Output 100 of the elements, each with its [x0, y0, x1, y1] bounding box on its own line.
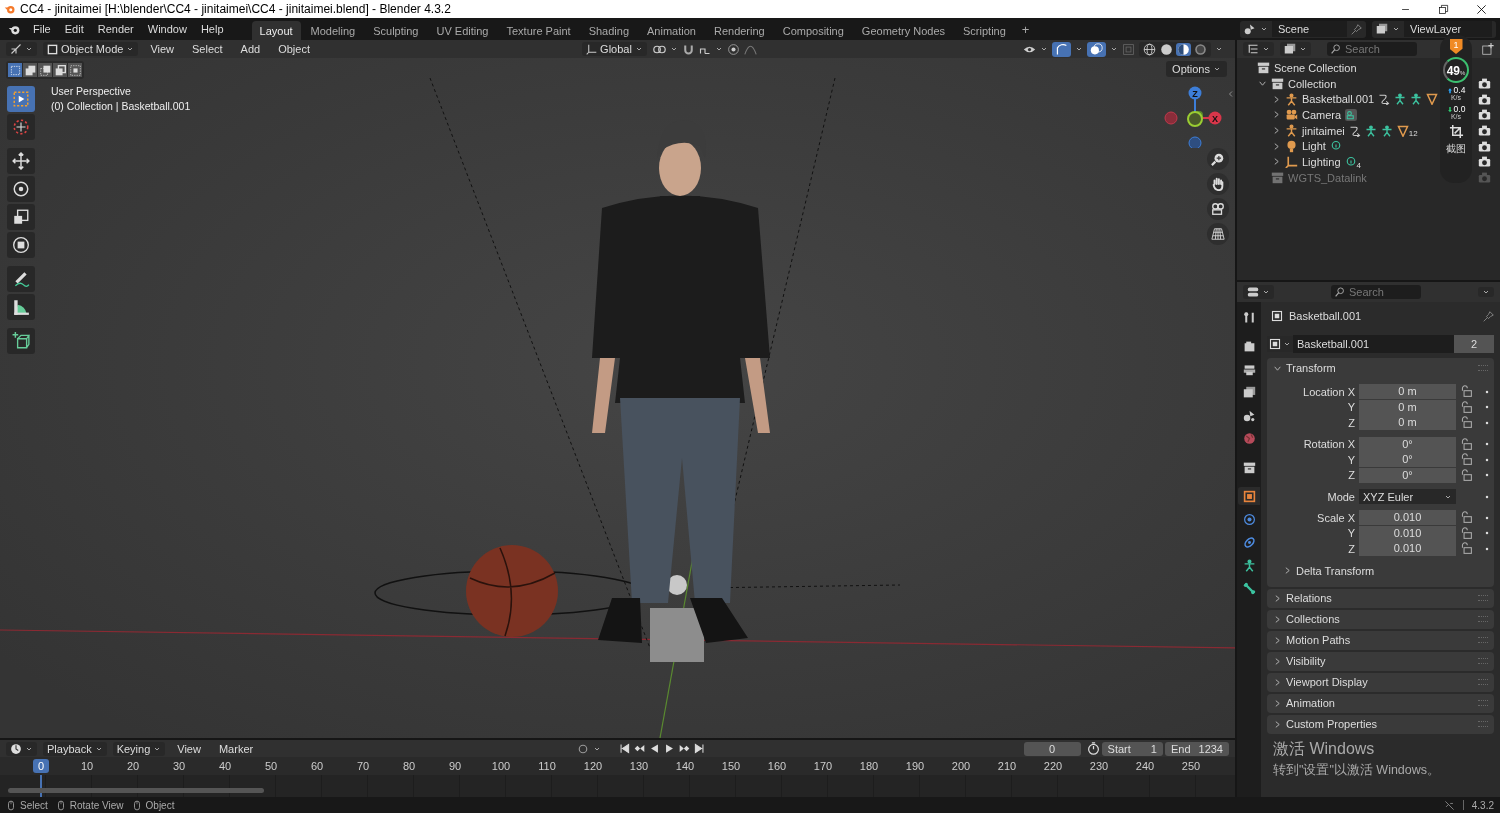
playhead[interactable]: 0: [33, 759, 49, 773]
search-field[interactable]: Search: [1327, 42, 1417, 56]
scene-icon[interactable]: [1244, 23, 1256, 35]
tool-button[interactable]: [7, 328, 35, 354]
tool-button[interactable]: [7, 114, 35, 140]
selection-mode-button[interactable]: [53, 63, 67, 77]
camera-icon[interactable]: [1478, 77, 1491, 91]
shading-button[interactable]: [1142, 42, 1157, 56]
tree-item[interactable]: Scene Collection: [1274, 61, 1357, 74]
workspace-tab[interactable]: UV Editing: [428, 20, 497, 41]
tree-item[interactable]: Basketball.001: [1302, 93, 1375, 106]
mode-dropdown[interactable]: XYZ Euler: [1359, 489, 1456, 504]
menu-item[interactable]: File: [27, 21, 57, 37]
play-icon[interactable]: [664, 743, 676, 754]
number-field[interactable]: 0 m: [1359, 384, 1456, 399]
scene-selector[interactable]: Scene: [1272, 21, 1347, 37]
workspace-tab[interactable]: Layout: [251, 20, 301, 41]
options-dropdown[interactable]: Options: [1166, 61, 1227, 77]
number-field[interactable]: 0 m: [1359, 399, 1456, 415]
images-icon[interactable]: [1376, 23, 1388, 35]
magnet-icon[interactable]: [681, 42, 695, 56]
pin-icon[interactable]: [1351, 23, 1362, 35]
shading-button[interactable]: [1159, 42, 1174, 56]
square-icon[interactable]: [1269, 338, 1281, 350]
workspace-tab[interactable]: Texture Paint: [498, 20, 579, 41]
camera-icon[interactable]: [1478, 92, 1491, 106]
shading-button[interactable]: [1176, 42, 1191, 56]
menu-item[interactable]: Window: [141, 21, 193, 37]
navigation-gizmo[interactable]: Z X: [1161, 84, 1223, 148]
camera-icon[interactable]: [1478, 139, 1491, 153]
workspace-tab[interactable]: Sculpting: [365, 20, 427, 41]
search-field[interactable]: Search: [1331, 285, 1421, 299]
new-collection-icon[interactable]: [1482, 43, 1494, 55]
camera-icon[interactable]: [1478, 108, 1491, 122]
view-layer-selector[interactable]: ViewLayer: [1404, 21, 1492, 37]
current-frame-field[interactable]: 0: [1023, 741, 1081, 756]
user-count[interactable]: 2: [1454, 335, 1494, 353]
properties-tab[interactable]: [1238, 487, 1260, 505]
selection-mode-button[interactable]: [23, 63, 37, 77]
clock-icon[interactable]: [10, 742, 22, 755]
workspace-tab[interactable]: Geometry Nodes: [853, 20, 953, 41]
workspace-tab[interactable]: Modeling: [302, 20, 364, 41]
menu-item[interactable]: Add: [234, 41, 267, 57]
tool-button[interactable]: [7, 204, 35, 230]
pin-icon[interactable]: [1483, 310, 1494, 322]
subpanel-header[interactable]: Delta Transform: [1296, 564, 1375, 577]
workspace-tab[interactable]: Shading: [580, 20, 638, 41]
tool-button[interactable]: [7, 266, 35, 292]
jump-start-icon[interactable]: [619, 743, 631, 754]
menu-item[interactable]: Object: [272, 41, 316, 57]
panel-header[interactable]: Collections: [1286, 613, 1340, 625]
workspace-tab[interactable]: Compositing: [774, 20, 852, 41]
workspace-tab[interactable]: Animation: [639, 20, 704, 41]
crop-icon[interactable]: [1448, 124, 1464, 139]
play-reverse-icon[interactable]: [649, 743, 661, 754]
tree-item[interactable]: Light: [1302, 140, 1326, 153]
prev-keyframe-icon[interactable]: [634, 743, 646, 754]
workspace-tab[interactable]: Rendering: [705, 20, 773, 41]
menu-item[interactable]: View: [144, 41, 181, 57]
menu-item[interactable]: Keying: [112, 741, 166, 756]
next-keyframe-icon[interactable]: [679, 743, 691, 754]
menu-item[interactable]: Help: [194, 21, 230, 37]
number-field[interactable]: 0.010: [1359, 525, 1456, 541]
start-frame-field[interactable]: Start 1: [1101, 741, 1163, 756]
panel-header[interactable]: Relations: [1286, 592, 1332, 604]
record-icon[interactable]: [577, 742, 590, 755]
tree-item[interactable]: Collection: [1288, 77, 1337, 90]
workspace-tab[interactable]: Scripting: [955, 20, 1014, 41]
tree-item[interactable]: Lighting: [1302, 155, 1341, 168]
tree-item[interactable]: jinitaimei: [1302, 124, 1345, 137]
number-field[interactable]: 0°: [1359, 467, 1456, 483]
mode-dropdown[interactable]: Object Mode: [43, 42, 139, 56]
menu-item[interactable]: Select: [186, 41, 229, 57]
end-frame-field[interactable]: End 1234: [1164, 741, 1229, 756]
selection-mode-button[interactable]: [68, 63, 82, 77]
stopwatch-icon[interactable]: [1086, 742, 1100, 755]
tool-button[interactable]: [7, 232, 35, 258]
camera-icon[interactable]: [1478, 155, 1491, 169]
menu-item[interactable]: Edit: [58, 21, 90, 37]
list-icon[interactable]: [1247, 43, 1259, 55]
tool-button[interactable]: [7, 294, 35, 320]
panel-header[interactable]: Visibility: [1286, 655, 1326, 667]
tool-button[interactable]: [7, 176, 35, 202]
images-icon[interactable]: [1284, 43, 1296, 55]
datablock-name-field[interactable]: Basketball.001: [1293, 335, 1454, 353]
menu-item[interactable]: Render: [91, 21, 140, 37]
number-field[interactable]: 0.010: [1359, 541, 1456, 556]
menu-item[interactable]: Playback: [43, 741, 107, 756]
toggle-icon[interactable]: [1247, 286, 1259, 298]
orientation-dropdown[interactable]: Global: [582, 42, 647, 56]
selection-mode-button[interactable]: [38, 63, 52, 77]
panel-header[interactable]: Animation: [1286, 697, 1335, 709]
menu-item[interactable]: View: [171, 740, 207, 757]
menu-item[interactable]: Marker: [212, 740, 260, 757]
selection-mode-button[interactable]: [8, 63, 22, 77]
screenshot-label[interactable]: 截图: [1446, 142, 1466, 156]
add-workspace-button[interactable]: +: [1015, 19, 1036, 39]
panel-header[interactable]: Motion Paths: [1286, 634, 1351, 646]
panel-header[interactable]: Transform: [1286, 362, 1336, 374]
tool-button[interactable]: [7, 148, 35, 174]
